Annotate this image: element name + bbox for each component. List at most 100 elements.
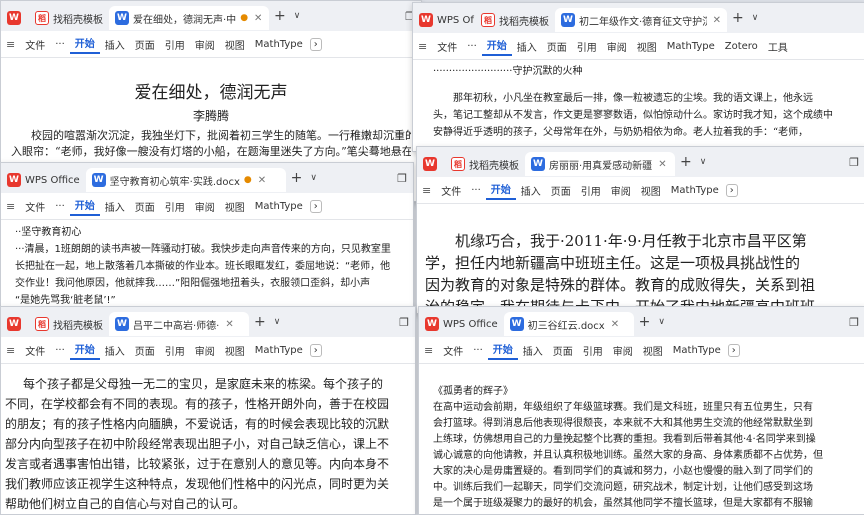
tab-mathtype[interactable]: MathType: [666, 185, 724, 196]
tab-document[interactable]: W初二年级作文·德育征文守护沉默✕: [555, 8, 727, 32]
more-menu[interactable]: ···: [50, 345, 70, 356]
tab-list-chevron-icon[interactable]: ∨: [307, 173, 320, 183]
close-tab-icon[interactable]: ✕: [658, 159, 666, 170]
more-menu[interactable]: ···: [50, 201, 70, 212]
document-body[interactable]: ··坚守教育初心 ···清晨，1班朗朗的读书声被一阵骚动打破。我快步走向声音传来…: [1, 220, 413, 313]
more-menu[interactable]: ···: [50, 39, 70, 50]
more-menu[interactable]: ···: [462, 41, 482, 52]
tab-wps-office[interactable]: W: [1, 6, 29, 30]
new-tab-button[interactable]: +: [286, 170, 308, 186]
tab-view[interactable]: 视图: [220, 343, 250, 358]
tab-document[interactable]: W 房丽丽·用真爱感动新疆 ✕: [525, 152, 675, 176]
menu-icon[interactable]: ≡: [1, 344, 20, 357]
tab-reference[interactable]: 引用: [160, 37, 190, 52]
tab-start[interactable]: 开始: [485, 181, 516, 200]
tab-reference[interactable]: 引用: [578, 343, 608, 358]
file-menu[interactable]: 文件: [20, 199, 50, 214]
ribbon-more-chevron-icon[interactable]: ›: [727, 343, 740, 357]
tab-start[interactable]: 开始: [487, 341, 518, 360]
document-body[interactable]: 机缘巧合，我于·2011·年·9·月任教于北京市昌平区第 学，担任内地新疆高中班…: [417, 204, 864, 313]
tab-mathtype[interactable]: MathType: [250, 201, 308, 212]
menu-icon[interactable]: ≡: [413, 40, 432, 53]
tab-template[interactable]: 稻找稻壳模板: [445, 152, 525, 176]
tab-list-chevron-icon[interactable]: ∨: [655, 317, 668, 327]
tab-template[interactable]: 稻找稻壳模板: [475, 8, 555, 32]
restore-window-button[interactable]: ❐: [391, 172, 413, 185]
tab-page[interactable]: 页面: [130, 37, 160, 52]
close-tab-icon[interactable]: ✕: [258, 175, 266, 186]
file-menu[interactable]: 文件: [20, 37, 50, 52]
tab-list-chevron-icon[interactable]: ∨: [291, 11, 304, 21]
tab-page[interactable]: 页面: [546, 183, 576, 198]
file-menu[interactable]: 文件: [438, 343, 468, 358]
more-menu[interactable]: ···: [468, 345, 488, 356]
tab-view[interactable]: 视图: [220, 199, 250, 214]
close-tab-icon[interactable]: ✕: [713, 15, 721, 26]
tab-view[interactable]: 视图: [632, 39, 662, 54]
tab-view[interactable]: 视图: [638, 343, 668, 358]
ribbon-more-chevron-icon[interactable]: ›: [309, 343, 322, 357]
tab-mathtype[interactable]: MathType: [250, 345, 308, 356]
restore-window-button[interactable]: ❐: [843, 316, 864, 329]
menu-icon[interactable]: ≡: [417, 184, 436, 197]
file-menu[interactable]: 文件: [432, 39, 462, 54]
tab-start[interactable]: 开始: [69, 35, 100, 54]
tab-review[interactable]: 审阅: [606, 183, 636, 198]
tab-document[interactable]: W 坚守教育初心筑牢·实践.docx ● ✕: [85, 168, 286, 192]
menu-icon[interactable]: ≡: [419, 344, 438, 357]
tab-reference[interactable]: 引用: [160, 343, 190, 358]
tab-list-chevron-icon[interactable]: ∨: [697, 157, 710, 167]
close-tab-icon[interactable]: ✕: [611, 319, 619, 330]
tab-document[interactable]: W 爱在细处，德润无声·中 ● ✕: [109, 6, 269, 30]
close-tab-icon[interactable]: ✕: [254, 13, 262, 24]
tab-insert[interactable]: 插入: [518, 343, 548, 358]
tab-page[interactable]: 页面: [130, 343, 160, 358]
tab-wps-office[interactable]: W: [417, 152, 445, 176]
tab-document[interactable]: W 吕平二中高岩·师德· ✕: [109, 312, 249, 336]
new-tab-button[interactable]: +: [675, 154, 697, 170]
restore-window-button[interactable]: ❐: [843, 156, 864, 169]
tab-reference[interactable]: 引用: [572, 39, 602, 54]
document-body[interactable]: 《孤勇者的辉子》 在高中运动会前期，年级组织了年级篮球赛。我们是文科班，班里只有…: [419, 364, 864, 514]
close-tab-icon[interactable]: ✕: [225, 319, 233, 330]
new-tab-button[interactable]: +: [249, 314, 271, 330]
tab-wps-office[interactable]: W WPS Office: [1, 168, 86, 192]
more-menu[interactable]: ···: [466, 185, 486, 196]
file-menu[interactable]: 文件: [20, 343, 50, 358]
ribbon-more-chevron-icon[interactable]: ›: [309, 37, 322, 51]
tab-list-chevron-icon[interactable]: ∨: [749, 13, 762, 23]
tab-insert[interactable]: 插入: [100, 343, 130, 358]
tab-review[interactable]: 审阅: [602, 39, 632, 54]
tab-review[interactable]: 审阅: [608, 343, 638, 358]
tab-reference[interactable]: 引用: [160, 199, 190, 214]
tab-list-chevron-icon[interactable]: ∨: [271, 317, 284, 327]
tab-start[interactable]: 开始: [481, 37, 512, 56]
tab-template[interactable]: 稻找稻壳模板: [29, 6, 109, 30]
tab-mathtype[interactable]: MathType: [250, 39, 308, 50]
tab-tools[interactable]: 工具: [763, 39, 793, 54]
tab-page[interactable]: 页面: [542, 39, 572, 54]
ribbon-more-chevron-icon[interactable]: ›: [725, 183, 738, 197]
tab-wps-office[interactable]: W: [1, 312, 29, 336]
restore-window-button[interactable]: ❐: [393, 316, 415, 329]
tab-wps-office[interactable]: W WPS Office: [419, 312, 504, 336]
tab-view[interactable]: 视图: [220, 37, 250, 52]
new-tab-button[interactable]: +: [634, 314, 656, 330]
tab-review[interactable]: 审阅: [190, 199, 220, 214]
tab-review[interactable]: 审阅: [190, 343, 220, 358]
tab-page[interactable]: 页面: [130, 199, 160, 214]
document-body[interactable]: ·························守护沉默的火种 那年初秋，小凡…: [413, 60, 864, 151]
tab-insert[interactable]: 插入: [100, 199, 130, 214]
tab-start[interactable]: 开始: [69, 341, 100, 360]
new-tab-button[interactable]: +: [727, 10, 749, 26]
tab-insert[interactable]: 插入: [516, 183, 546, 198]
tab-view[interactable]: 视图: [636, 183, 666, 198]
tab-document[interactable]: W 初三谷红云.docx ✕: [503, 312, 634, 336]
tab-page[interactable]: 页面: [548, 343, 578, 358]
tab-reference[interactable]: 引用: [576, 183, 606, 198]
tab-template[interactable]: 稻找稻壳模板: [29, 312, 109, 336]
tab-mathtype[interactable]: MathType: [668, 345, 726, 356]
tab-mathtype[interactable]: MathType: [662, 41, 720, 52]
tab-insert[interactable]: 插入: [100, 37, 130, 52]
document-body[interactable]: 每个孩子都是父母独一无二的宝贝，是家庭未来的栋梁。每个孩子的 不同，在学校都会有…: [1, 364, 415, 514]
